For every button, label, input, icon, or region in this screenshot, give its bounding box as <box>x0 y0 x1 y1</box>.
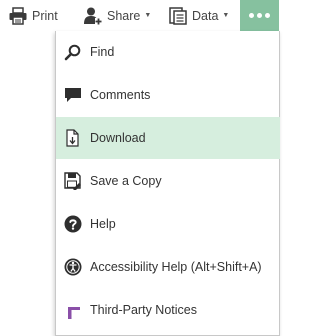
data-label: Data <box>192 8 219 23</box>
more-options-button[interactable] <box>240 0 279 31</box>
printer-icon <box>8 6 28 26</box>
menu-item-download[interactable]: Download <box>56 117 280 159</box>
more-options-menu: Find Comments Download Save a Copy Help … <box>55 31 280 336</box>
share-label: Share <box>107 8 141 23</box>
notices-icon <box>64 301 82 319</box>
menu-item-label: Save a Copy <box>90 174 162 188</box>
chevron-down-icon: ▼ <box>222 12 230 19</box>
menu-item-label: Find <box>90 45 115 59</box>
share-button[interactable]: Share ▼ <box>83 0 151 31</box>
print-button[interactable]: Print <box>8 0 58 31</box>
menu-item-label: Third-Party Notices <box>90 303 197 317</box>
menu-item-label: Comments <box>90 88 151 102</box>
menu-item-label: Help <box>90 217 116 231</box>
save-copy-icon <box>64 172 82 190</box>
more-dots-icon <box>249 13 270 18</box>
data-button[interactable]: Data ▼ <box>168 0 229 31</box>
help-icon <box>64 215 82 233</box>
toolbar: Print Share ▼ Data ▼ <box>0 0 283 31</box>
menu-item-label: Accessibility Help (Alt+Shift+A) <box>90 260 262 274</box>
accessibility-icon <box>64 258 82 276</box>
comment-icon <box>64 86 82 104</box>
menu-item-label: Download <box>90 131 146 145</box>
print-label: Print <box>32 8 58 23</box>
download-icon <box>64 129 82 147</box>
search-icon <box>64 43 82 61</box>
menu-item-save-a-copy[interactable]: Save a Copy <box>56 160 280 202</box>
menu-item-find[interactable]: Find <box>56 31 280 73</box>
menu-item-third-party-notices[interactable]: Third-Party Notices <box>56 289 280 331</box>
menu-item-help[interactable]: Help <box>56 203 280 245</box>
data-icon <box>168 6 188 26</box>
share-user-icon <box>83 6 103 26</box>
menu-item-comments[interactable]: Comments <box>56 74 280 116</box>
chevron-down-icon: ▼ <box>144 12 152 19</box>
menu-item-accessibility-help[interactable]: Accessibility Help (Alt+Shift+A) <box>56 246 280 288</box>
